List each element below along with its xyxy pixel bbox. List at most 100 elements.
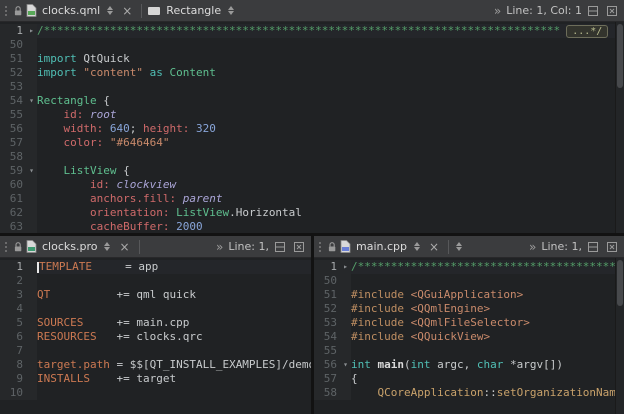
code-line[interactable]: 1TEMPLATE = app (0, 260, 311, 274)
fold-collapsed-icon[interactable]: ▸ (340, 260, 351, 274)
code-text[interactable] (37, 38, 624, 52)
code-text[interactable]: orientation: ListView.Horizontal (37, 206, 624, 220)
code-line[interactable]: 52#include <QQmlEngine> (314, 302, 624, 316)
code-text[interactable]: { (351, 372, 624, 386)
code-text[interactable]: RESOURCES += clocks.qrc (37, 330, 311, 344)
symbol-switcher-spinner[interactable] (226, 6, 236, 15)
code-editor[interactable]: 1TEMPLATE = app23QT += qml quick45SOURCE… (0, 258, 311, 414)
code-text[interactable] (351, 274, 624, 288)
open-document-name[interactable]: clocks.qml (40, 4, 102, 17)
code-text[interactable] (37, 274, 311, 288)
code-line[interactable]: 1▸/*************************************… (314, 260, 624, 274)
code-text[interactable]: anchors.fill: parent (37, 192, 624, 206)
code-text[interactable]: int main(int argc, char *argv[]) (351, 358, 624, 372)
code-line[interactable]: 1▸/*************************************… (0, 24, 624, 38)
code-line[interactable]: 57 color: "#646464" (0, 136, 624, 150)
code-line[interactable]: 6RESOURCES += clocks.qrc (0, 330, 311, 344)
code-line[interactable]: 50 (314, 274, 624, 288)
document-switcher-spinner[interactable] (102, 242, 112, 251)
code-text[interactable]: cacheBuffer: 2000 (37, 220, 624, 233)
split-editor-button[interactable] (272, 241, 288, 253)
document-switcher-spinner[interactable] (105, 6, 115, 15)
code-line[interactable]: 5SOURCES += main.cpp (0, 316, 311, 330)
vertical-scrollbar[interactable] (615, 258, 624, 414)
close-document-button[interactable]: × (425, 237, 443, 257)
code-text[interactable]: target.path = $$[QT_INSTALL_EXAMPLES]/de… (37, 358, 311, 372)
code-text[interactable] (37, 302, 311, 316)
code-line[interactable]: 61 anchors.fill: parent (0, 192, 624, 206)
code-text[interactable]: #include <QGuiApplication> (351, 288, 624, 302)
code-text[interactable]: /***************************************… (37, 24, 624, 38)
toolbar-overflow-button[interactable]: » (527, 240, 538, 254)
fold-collapsed-icon[interactable]: ▸ (26, 24, 37, 38)
code-text[interactable]: id: root (37, 108, 624, 122)
code-line[interactable]: 50 (0, 38, 624, 52)
code-text[interactable]: ListView { (37, 164, 624, 178)
toolbar-drag-handle[interactable] (316, 242, 324, 252)
close-document-button[interactable]: × (118, 1, 136, 21)
close-split-button[interactable] (291, 241, 307, 253)
code-line[interactable]: 54#include <QQuickView> (314, 330, 624, 344)
toolbar-overflow-button[interactable]: » (492, 4, 503, 18)
code-line[interactable]: 63 cacheBuffer: 2000 (0, 220, 624, 233)
code-line[interactable]: 52import "content" as Content (0, 66, 624, 80)
document-switcher-spinner[interactable] (412, 242, 422, 251)
code-text[interactable]: import "content" as Content (37, 66, 624, 80)
code-line[interactable]: 51import QtQuick (0, 52, 624, 66)
close-document-button[interactable]: × (115, 237, 133, 257)
split-editor-button[interactable] (585, 241, 601, 253)
code-editor[interactable]: 1▸/*************************************… (0, 22, 624, 233)
code-line[interactable]: 53#include <QQmlFileSelector> (314, 316, 624, 330)
code-text[interactable]: width: 640; height: 320 (37, 122, 624, 136)
close-split-button[interactable] (604, 5, 620, 17)
code-line[interactable]: 56▾int main(int argc, char *argv[]) (314, 358, 624, 372)
code-line[interactable]: 56 width: 640; height: 320 (0, 122, 624, 136)
code-text[interactable]: color: "#646464" (37, 136, 624, 150)
code-text[interactable]: import QtQuick (37, 52, 624, 66)
code-line[interactable]: 53 (0, 80, 624, 94)
code-text[interactable]: TEMPLATE = app (37, 260, 311, 274)
code-line[interactable]: 51#include <QGuiApplication> (314, 288, 624, 302)
code-line[interactable]: 55 id: root (0, 108, 624, 122)
code-editor[interactable]: 1▸/*************************************… (314, 258, 624, 414)
code-text[interactable]: INSTALLS += target (37, 372, 311, 386)
code-text[interactable]: Rectangle { (37, 94, 624, 108)
fold-open-icon[interactable]: ▾ (26, 94, 37, 108)
code-line[interactable]: 3QT += qml quick (0, 288, 311, 302)
code-line[interactable]: 57{ (314, 372, 624, 386)
fold-ellipsis-box[interactable]: ...*/ (566, 25, 608, 38)
code-text[interactable] (37, 386, 311, 400)
toolbar-overflow-button[interactable]: » (214, 240, 225, 254)
code-text[interactable]: QCoreApplication::setOrganizationNam (351, 386, 624, 400)
code-line[interactable]: 58 QCoreApplication::setOrganizationNam (314, 386, 624, 400)
scrollbar-thumb[interactable] (617, 260, 623, 306)
split-editor-button[interactable] (585, 5, 601, 17)
code-line[interactable]: 59▾ ListView { (0, 164, 624, 178)
scrollbar-thumb[interactable] (617, 24, 623, 88)
code-line[interactable]: 2 (0, 274, 311, 288)
code-text[interactable] (351, 344, 624, 358)
code-line[interactable]: 4 (0, 302, 311, 316)
code-line[interactable]: 58 (0, 150, 624, 164)
code-text[interactable]: #include <QQmlFileSelector> (351, 316, 624, 330)
code-line[interactable]: 55 (314, 344, 624, 358)
code-line[interactable]: 10 (0, 386, 311, 400)
code-text[interactable]: id: clockview (37, 178, 624, 192)
open-document-name[interactable]: clocks.pro (40, 240, 99, 253)
open-document-name[interactable]: main.cpp (354, 240, 409, 253)
code-text[interactable] (37, 80, 624, 94)
code-text[interactable]: QT += qml quick (37, 288, 311, 302)
code-line[interactable]: 8target.path = $$[QT_INSTALL_EXAMPLES]/d… (0, 358, 311, 372)
symbol-switcher-spinner[interactable] (454, 242, 464, 251)
code-text[interactable]: #include <QQuickView> (351, 330, 624, 344)
vertical-scrollbar[interactable] (615, 22, 624, 233)
toolbar-drag-handle[interactable] (2, 6, 10, 16)
code-text[interactable]: #include <QQmlEngine> (351, 302, 624, 316)
code-line[interactable]: 60 id: clockview (0, 178, 624, 192)
symbol-dropdown[interactable]: Rectangle (164, 4, 223, 17)
close-split-button[interactable] (604, 241, 620, 253)
code-text[interactable] (37, 344, 311, 358)
toolbar-drag-handle[interactable] (2, 242, 10, 252)
code-text[interactable] (37, 150, 624, 164)
code-text[interactable]: SOURCES += main.cpp (37, 316, 311, 330)
